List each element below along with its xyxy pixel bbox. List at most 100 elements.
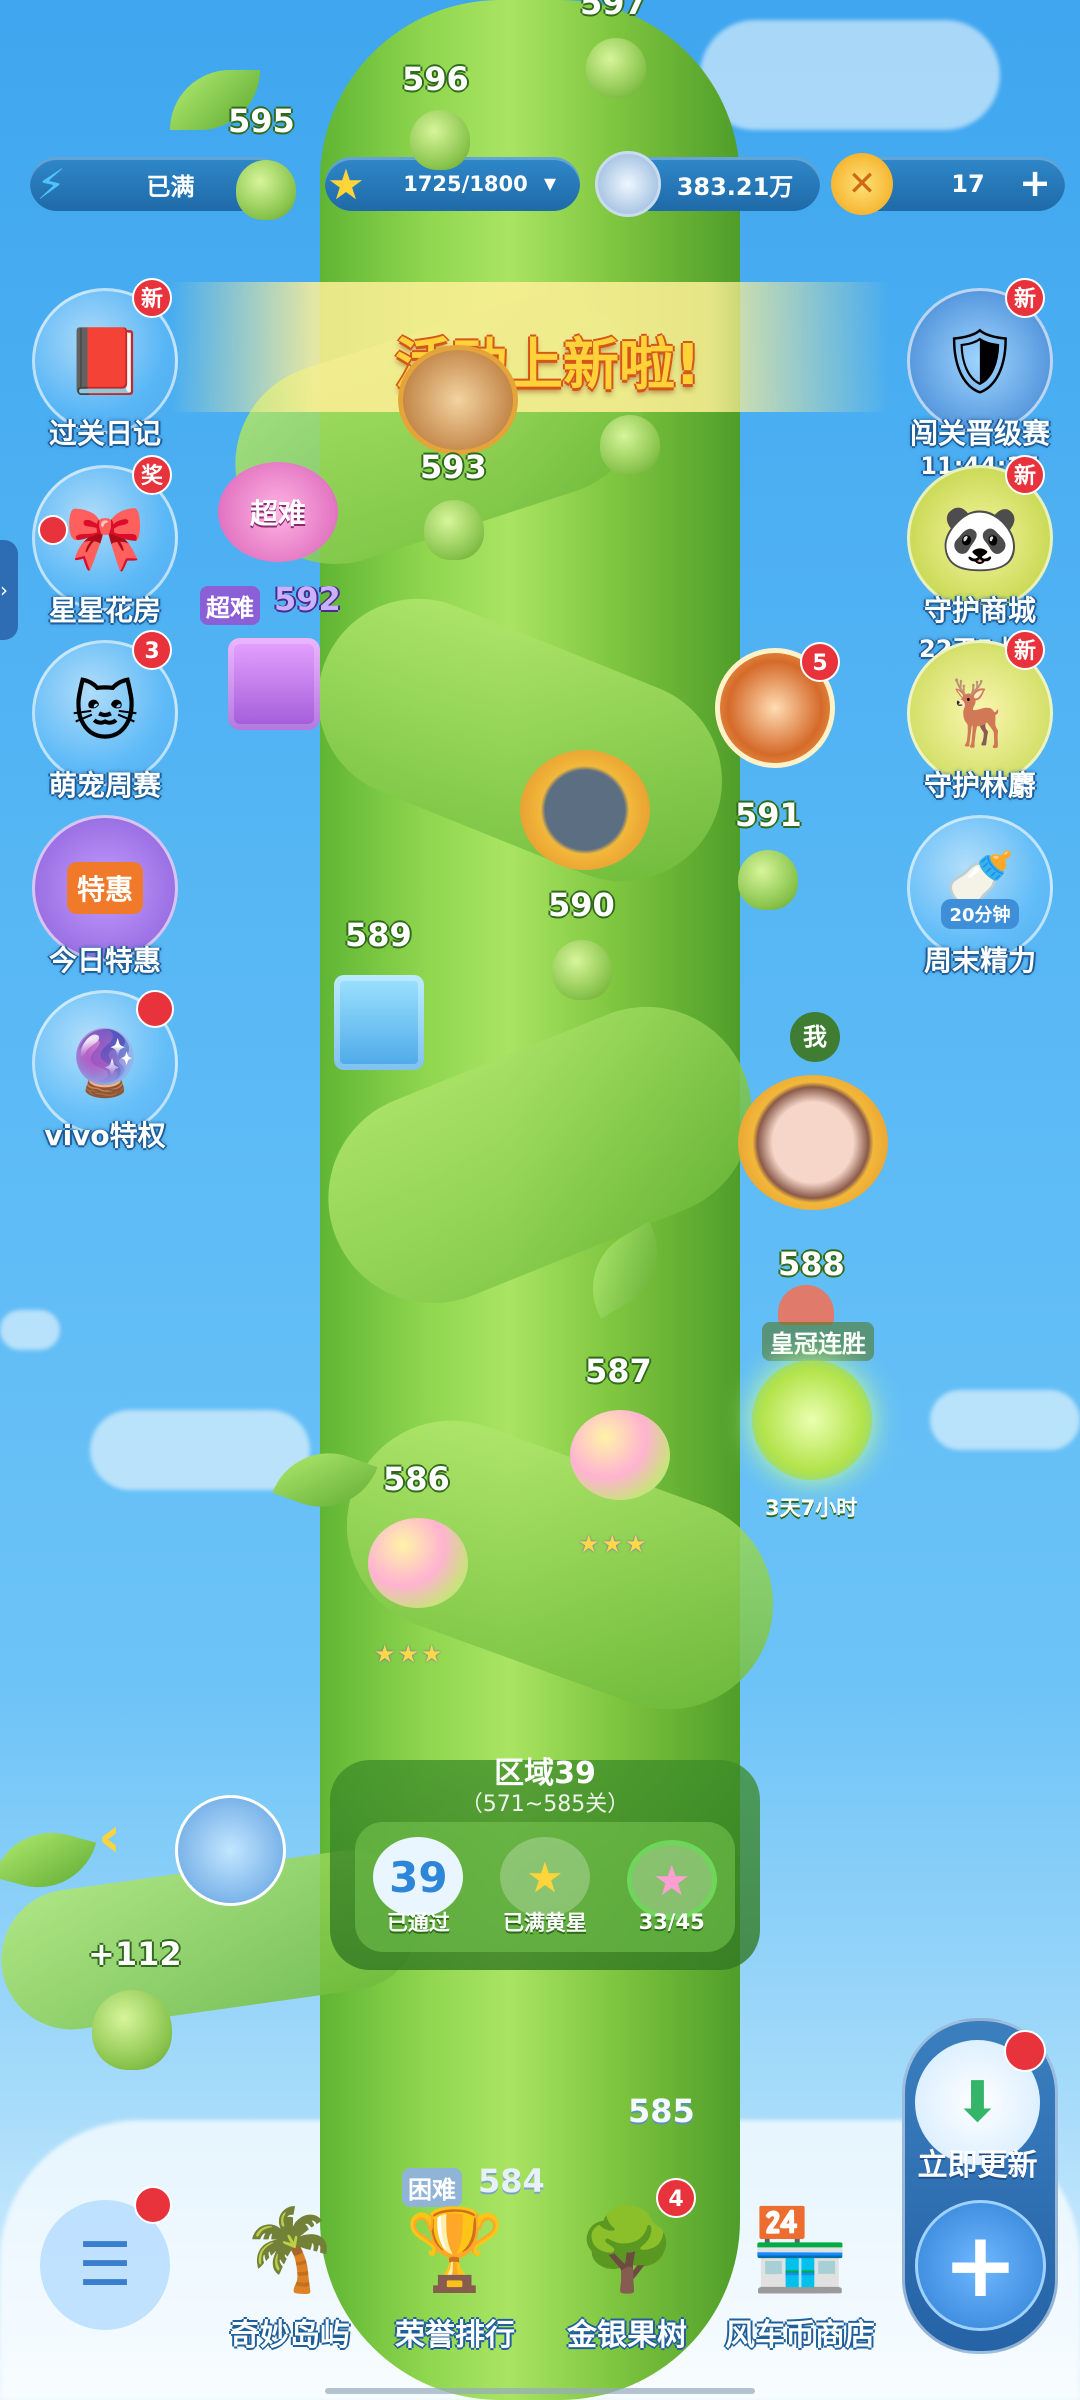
region-yellow-stars-caption: 已满黄星 xyxy=(502,1911,587,1935)
level-593-node[interactable] xyxy=(424,500,484,560)
level-588: 588 xyxy=(778,1245,845,1283)
region-range: （571~585关） xyxy=(460,1792,630,1817)
level-591-badge: 5 xyxy=(800,642,840,682)
update-notification-dot xyxy=(1004,2030,1046,2072)
region-passed-caption: 已通过 xyxy=(386,1911,450,1935)
level-597: 597 xyxy=(580,0,647,22)
store-icon: 🏪 xyxy=(750,2203,850,2296)
nav-island[interactable]: 🌴 奇妙岛屿 xyxy=(215,2190,365,2354)
menu-notification-dot xyxy=(134,2186,172,2224)
cloud xyxy=(700,20,1000,130)
nav-windmill-store-label: 风车币商店 xyxy=(725,2318,875,2353)
level-586-stars: ★★★ xyxy=(374,1640,445,1668)
nav-island-label: 奇妙岛屿 xyxy=(230,2318,350,2353)
rainbow-star-icon: ★ xyxy=(626,1840,717,1920)
super-hard-flower-text: 超难 xyxy=(249,497,306,530)
home-indicator xyxy=(325,2388,755,2394)
side-guard-deer-label: 守护林麝 xyxy=(923,769,1036,802)
player-avatar[interactable] xyxy=(738,1075,888,1210)
side-guard-deer[interactable]: 🦌 守护林麝 新 xyxy=(905,630,1055,804)
yellow-star-icon: ★ xyxy=(499,1837,590,1917)
crown-streak-label: 皇冠连胜 xyxy=(762,1322,874,1361)
streak-gift-icon[interactable] xyxy=(752,1360,872,1480)
cloud-download-icon: ⬇ xyxy=(954,2070,1001,2135)
level-591-node[interactable] xyxy=(738,850,798,910)
deal-icon-text: 特惠 xyxy=(66,862,143,914)
side-vivo-label: vivo特权 xyxy=(44,1119,166,1152)
count-badge: 3 xyxy=(132,630,172,670)
nav-ranking[interactable]: 🏆 荣誉排行 xyxy=(380,2190,530,2354)
region-yellow-stars: ★ 已满黄星 xyxy=(490,1837,600,1937)
level-590: 590 xyxy=(548,886,615,924)
weekend-energy-tag: 20分钟 xyxy=(941,899,1019,929)
nav-windmill-store[interactable]: 🏪 风车币商店 xyxy=(710,2190,890,2354)
energy-value: 已满 xyxy=(146,172,195,201)
list-icon: ☰ xyxy=(78,2230,132,2300)
cloud xyxy=(930,1390,1080,1450)
streak-timer: 3天7小时 xyxy=(765,1496,858,1520)
region-rainbow-stars: ★ 33/45 xyxy=(617,1840,727,1934)
star-icon: ★ xyxy=(327,159,365,209)
cloud-icon: 39 xyxy=(373,1837,464,1917)
side-vivo[interactable]: 🔮 vivo特权 xyxy=(30,990,180,1154)
plus-icon: + xyxy=(942,2212,1019,2318)
fruit-tree-badge: 4 xyxy=(656,2178,696,2218)
new-badge: 新 xyxy=(1005,455,1045,495)
coin-icon xyxy=(595,151,661,217)
cloud xyxy=(0,1310,60,1350)
side-flower-house-label: 星星花房 xyxy=(48,594,161,627)
region-panel[interactable]: 区域39 （571~585关） 39 已通过 ★ 已满黄星 ★ 33/45 xyxy=(330,1756,760,1970)
nav-fruit-tree[interactable]: 🌳 金银果树 4 xyxy=(552,2178,702,2354)
level-595: 595 xyxy=(228,102,295,140)
coins-bar[interactable]: 383.21万 xyxy=(595,151,820,217)
level-595-node[interactable] xyxy=(236,160,296,220)
super-hard-tag: 超难 xyxy=(200,586,260,625)
gift-box-icon[interactable] xyxy=(228,638,320,730)
me-marker: 我 xyxy=(790,1012,840,1062)
side-guard-store-label: 守护商城 xyxy=(923,594,1036,627)
stars-dropdown-icon[interactable]: ▾ xyxy=(530,164,570,204)
new-badge: 新 xyxy=(1005,278,1045,318)
gold-bar[interactable]: ✕ 17 + xyxy=(831,153,1065,215)
level-585: 585 xyxy=(628,2092,695,2130)
new-badge: 新 xyxy=(1005,630,1045,670)
level-586-node[interactable] xyxy=(368,1518,468,1608)
level-589-gift-icon[interactable] xyxy=(334,975,424,1070)
level-593-avatar[interactable] xyxy=(398,345,518,455)
crown-icon xyxy=(778,1285,834,1325)
add-gold-button[interactable]: + xyxy=(1015,164,1055,204)
level-591: 591 xyxy=(735,796,802,834)
level-596-node[interactable] xyxy=(410,110,470,170)
update-label: 立即更新 xyxy=(917,2148,1038,2183)
notification-dot xyxy=(136,990,174,1028)
side-pet-weekly[interactable]: 🐱 萌宠周赛 3 xyxy=(30,630,180,804)
side-daily-deal[interactable]: 特惠 今日特惠 xyxy=(30,815,180,979)
coins-value: 383.21万 xyxy=(676,172,794,201)
gold-value: 17 xyxy=(951,170,985,198)
add-button[interactable]: + xyxy=(915,2200,1046,2331)
level-587: 587 xyxy=(585,1352,652,1390)
level-593: 593 xyxy=(420,448,487,486)
side-pet-weekly-label: 萌宠周赛 xyxy=(48,769,161,802)
level-590-frame[interactable] xyxy=(520,750,650,870)
trophy-icon: 🏆 xyxy=(405,2203,505,2296)
back-arrow-icon[interactable]: ‹ xyxy=(98,1805,121,1870)
level-590-node[interactable] xyxy=(552,940,612,1000)
side-flower-house[interactable]: 🎀 星星花房 奖 xyxy=(30,455,180,629)
side-diary-label: 过关日记 xyxy=(48,417,161,450)
level-587-node[interactable] xyxy=(570,1410,670,1500)
side-promotion-race[interactable]: 🛡 闯关晋级赛 11:44:15 新 xyxy=(905,278,1055,480)
side-diary[interactable]: 📕 过关日记 新 xyxy=(30,278,180,452)
super-hard-flower-icon[interactable]: 超难 xyxy=(218,462,338,562)
branch-plus-112: +112 xyxy=(88,1935,182,1973)
gold-coin-icon: ✕ xyxy=(831,153,893,215)
side-weekend-energy[interactable]: 🍼 20分钟 周末精力 xyxy=(905,815,1055,979)
level-592: 592 xyxy=(274,580,341,618)
branch-gift-icon[interactable] xyxy=(175,1795,286,1906)
level-597-node[interactable] xyxy=(586,38,646,98)
level-594-node[interactable] xyxy=(600,415,660,475)
branch-node[interactable] xyxy=(92,1990,172,2070)
expand-side-tab[interactable]: › xyxy=(0,540,18,640)
side-daily-deal-label: 今日特惠 xyxy=(48,944,161,977)
region-stats: 39 已通过 ★ 已满黄星 ★ 33/45 xyxy=(355,1822,735,1952)
